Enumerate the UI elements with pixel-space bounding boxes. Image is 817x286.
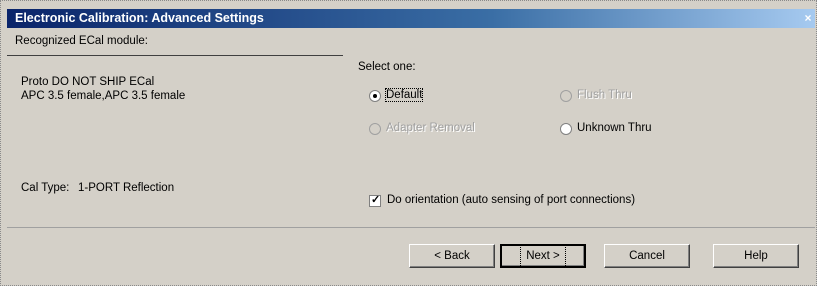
help-button[interactable]: Help bbox=[713, 244, 799, 268]
module-connectors: APC 3.5 female,APC 3.5 female bbox=[21, 90, 186, 102]
radio-flush-thru-button bbox=[560, 90, 572, 102]
checkmark-icon: ✓ bbox=[371, 194, 381, 206]
radio-default-label[interactable]: Default bbox=[384, 88, 424, 102]
cancel-button-label: Cancel bbox=[629, 250, 665, 262]
radio-flush-thru-label: Flush Thru bbox=[577, 89, 632, 101]
next-button-label: Next > bbox=[520, 244, 566, 268]
next-button[interactable]: Next > bbox=[500, 244, 586, 268]
title-bar: Electronic Calibration: Advanced Setting… bbox=[7, 9, 815, 28]
module-name: Proto DO NOT SHIP ECal bbox=[21, 76, 155, 88]
radio-unknown-thru-label[interactable]: Unknown Thru bbox=[577, 122, 652, 134]
close-icon[interactable]: × bbox=[803, 11, 813, 26]
select-prompt: Select one: bbox=[358, 61, 416, 73]
dialog-body: Recognized ECal module: Proto DO NOT SHI… bbox=[7, 28, 815, 284]
back-button-label: < Back bbox=[434, 250, 470, 262]
back-button[interactable]: < Back bbox=[409, 244, 495, 268]
orientation-checkbox-box[interactable]: ✓ bbox=[369, 194, 381, 207]
radio-adapter-removal-label: Adapter Removal bbox=[386, 122, 475, 134]
orientation-checkbox-label[interactable]: Do orientation (auto sensing of port con… bbox=[387, 194, 635, 206]
module-header: Recognized ECal module: bbox=[15, 35, 148, 47]
radio-adapter-removal-button bbox=[369, 123, 381, 135]
cal-type-value: 1-PORT Reflection bbox=[78, 182, 175, 194]
radio-default-button[interactable] bbox=[369, 90, 381, 102]
cal-type-label: Cal Type: bbox=[21, 182, 70, 194]
window-title: Electronic Calibration: Advanced Setting… bbox=[15, 11, 264, 25]
advanced-settings-dialog: Electronic Calibration: Advanced Setting… bbox=[0, 0, 817, 286]
help-button-label: Help bbox=[744, 250, 768, 262]
radio-unknown-thru-button[interactable] bbox=[560, 123, 572, 135]
module-header-divider bbox=[7, 55, 343, 56]
cancel-button[interactable]: Cancel bbox=[604, 244, 690, 268]
footer-divider bbox=[7, 227, 815, 228]
